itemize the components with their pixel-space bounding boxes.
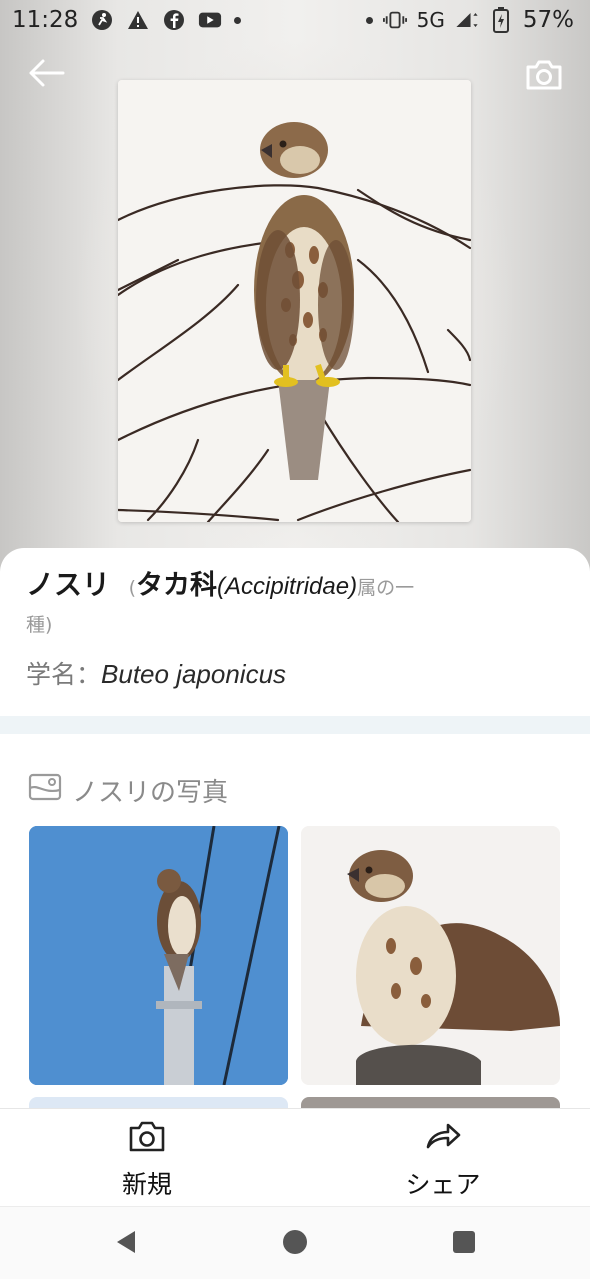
photo-card-icon (28, 772, 62, 809)
camera-icon (128, 1119, 166, 1157)
system-navigation-bar (0, 1206, 590, 1279)
facebook-icon (162, 8, 186, 32)
circle-home-icon (282, 1229, 308, 1259)
warning-icon (126, 8, 150, 32)
camera-button[interactable] (524, 57, 564, 97)
genus-suffix-line2: 種) (26, 614, 53, 636)
new-observation-button[interactable]: 新規 (72, 1119, 222, 1203)
family-latin[interactable]: (Accipitridae) (217, 573, 357, 600)
youtube-icon (198, 8, 222, 32)
share-label: シェア (405, 1170, 481, 1199)
dot-icon (365, 16, 373, 24)
new-label: 新規 (121, 1170, 172, 1199)
camera-icon (525, 59, 563, 95)
photo-thumbnail[interactable] (29, 826, 288, 1085)
buzzard-on-branch-image (118, 80, 471, 522)
family-jp[interactable]: タカ科 (136, 570, 217, 601)
scientific-name-label: 学名： (26, 660, 102, 689)
back-button[interactable] (26, 57, 66, 93)
status-bar: 11:28 5G 57% (0, 0, 590, 40)
share-arrow-icon (424, 1119, 462, 1157)
signal-icon (455, 8, 479, 32)
photo-thumbnail[interactable] (301, 826, 560, 1085)
hero-header: 11:28 5G 57% (0, 0, 590, 575)
nav-recents-button[interactable] (449, 1229, 479, 1259)
arrow-left-icon (27, 58, 65, 92)
battery-level: 57% (522, 7, 574, 33)
vibrate-icon (382, 8, 407, 32)
photos-heading-text: ノスリの写真 (72, 778, 229, 808)
notification-dot-icon (234, 16, 242, 24)
genus-suffix: 属の一 (357, 577, 415, 599)
triangle-back-icon (113, 1229, 139, 1259)
status-time: 11:28 (12, 7, 79, 33)
bottom-action-bar: 新規 シェア (0, 1108, 590, 1206)
section-divider (0, 716, 590, 734)
buzzard-on-pole-image (29, 826, 288, 1085)
photos-section-heading: ノスリの写真 (28, 772, 228, 809)
buzzard-closeup-image (301, 826, 560, 1085)
main-bird-photo[interactable] (118, 80, 471, 522)
scientific-name: Buteo japonicus (101, 659, 287, 689)
fitness-icon (90, 8, 114, 32)
nav-home-button[interactable] (280, 1229, 310, 1259)
paren-open: ( (128, 577, 137, 599)
nav-back-button[interactable] (111, 1229, 141, 1259)
square-recents-icon (452, 1230, 476, 1258)
battery-icon (489, 7, 513, 33)
share-button[interactable]: シェア (368, 1119, 518, 1203)
species-name-jp: ノスリ (26, 568, 111, 601)
species-title: ノスリ (タカ科(Accipitridae)属の一 種) (26, 565, 566, 640)
scientific-name-row: 学名：Buteo japonicus (26, 655, 286, 691)
network-type: 5G (416, 8, 445, 32)
